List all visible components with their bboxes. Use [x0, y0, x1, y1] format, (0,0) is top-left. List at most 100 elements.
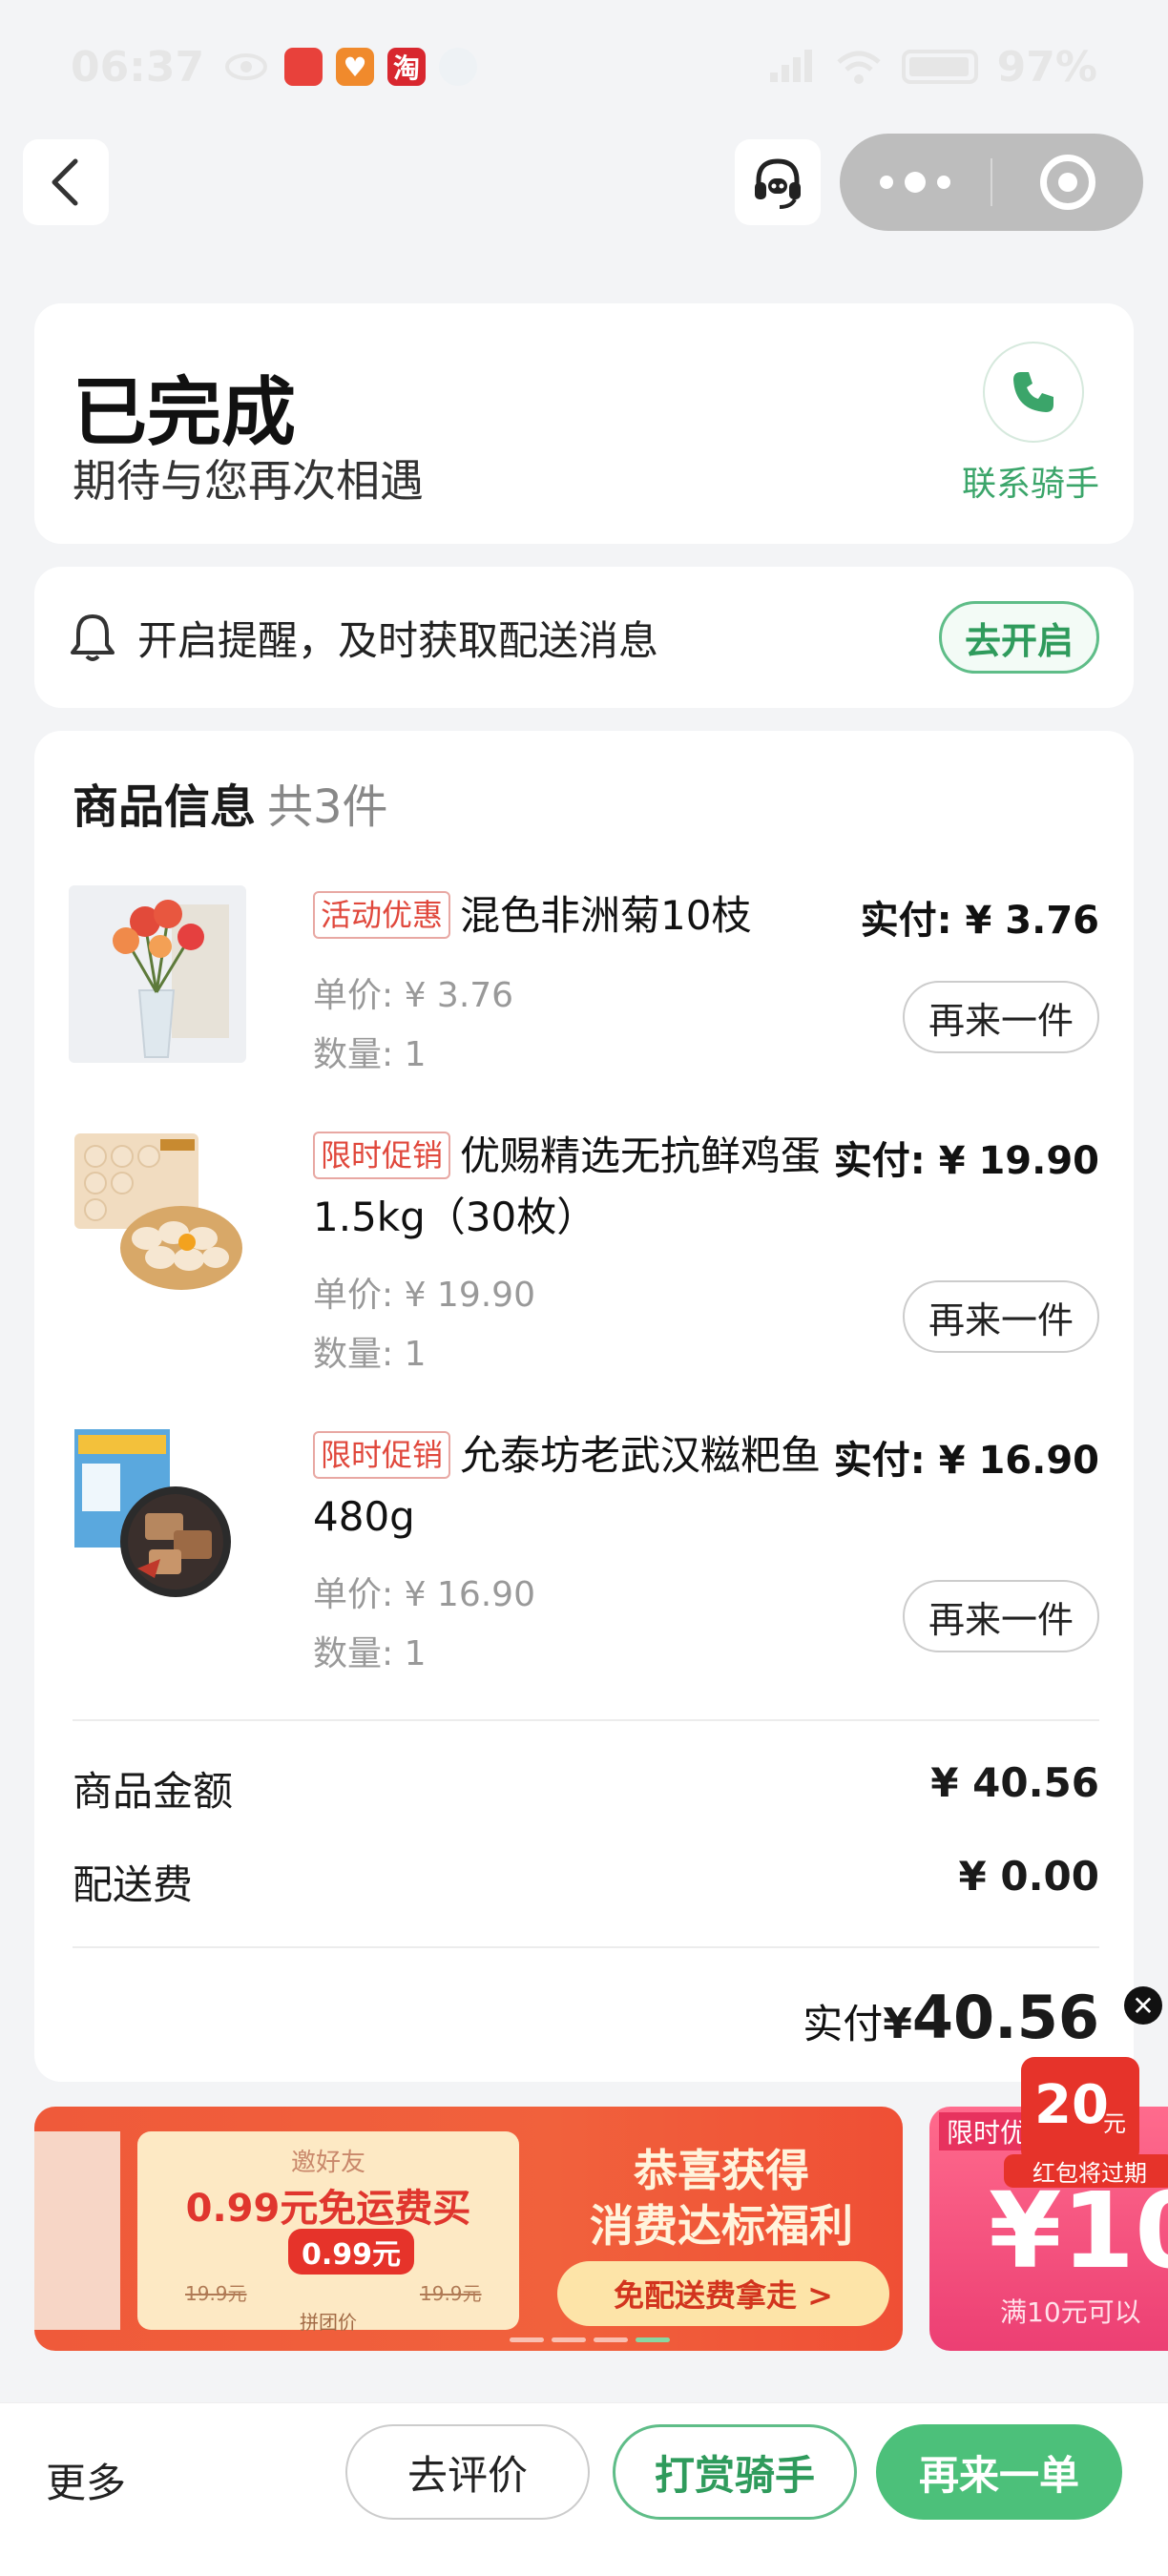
more-button[interactable]: 更多 [46, 2451, 126, 2509]
coupon-invite: 邀好友 [290, 2149, 365, 2177]
nav-bar [0, 134, 1168, 231]
goods-item-name[interactable]: 限时促销 优赐精选无抗鲜鸡蛋1.5kg（30枚） [313, 1126, 847, 1248]
goods-section-title: 商品信息 共3件 [73, 769, 388, 836]
coupon-price-badge: 0.99元 [288, 2229, 415, 2275]
battery-percent: 97% [996, 42, 1097, 92]
contact-rider-label[interactable]: 联系骑手 [962, 456, 1099, 506]
subtotal-label: 商品金额 [73, 1768, 234, 1815]
enable-reminder-button[interactable]: 去开启 [938, 601, 1099, 674]
goods-item-unit-price: 单价: ¥ 19.90 [313, 1276, 535, 1315]
goods-item-quantity: 数量: 1 [313, 1335, 427, 1374]
original-price-right: 19.9元 [420, 2282, 482, 2305]
promo-tag: 限时促销 [313, 1431, 451, 1479]
subtotal-row: 商品金额 ¥ 40.56 [73, 1759, 1099, 1818]
total-currency: ¥ [883, 2000, 912, 2048]
status-bar: 06:37 ♥ 淘 97% [0, 0, 1168, 134]
close-miniapp-button[interactable] [992, 155, 1143, 210]
phone-icon [1010, 368, 1057, 416]
goods-info-card: 商品信息 共3件 活动优惠 混色非洲菊10枝 实付: ¥ 3.76 单价: ¥ 3.… [34, 731, 1134, 2082]
taobao-app-icon: 淘 [387, 48, 427, 86]
promo-tag: 限时促销 [313, 1132, 451, 1179]
goods-item-unit-price: 单价: ¥ 16.90 [313, 1575, 535, 1614]
banner-headline-line1: 恭喜获得 [634, 2145, 809, 2196]
original-price-left: 19.9元 [185, 2282, 247, 2305]
carousel-dot [510, 2337, 544, 2342]
contact-rider-button[interactable] [983, 342, 1084, 443]
reminder-card: 开启提醒，及时获取配送消息 去开启 [34, 567, 1134, 708]
goods-item-name[interactable]: 活动优惠 混色非洲菊10枝 [313, 885, 847, 946]
heart-app-icon: ♥ [336, 48, 375, 86]
goods-item-quantity: 数量: 1 [313, 1634, 427, 1673]
red-packet-float[interactable]: 20 元 红包将过期 [1004, 2030, 1168, 2188]
dot-icon [880, 176, 893, 189]
goods-item: 限时促销 允泰坊老武汉糍粑鱼480g 实付: ¥ 16.90 单价: ¥ 16.9… [69, 1425, 1099, 1673]
buy-again-button[interactable]: 再来一件 [903, 981, 1099, 1053]
goods-item: 限时促销 优赐精选无抗鲜鸡蛋1.5kg（30枚） 实付: ¥ 19.90 单价: … [69, 1126, 1099, 1374]
red-packet-amount: 20 [1034, 2074, 1109, 2136]
signal-icon [768, 50, 816, 84]
wifi-icon [835, 49, 883, 85]
total-label: 实付 [803, 2001, 884, 2047]
carousel-dot-active [636, 2337, 670, 2342]
side-promo-amount: ¥10 [989, 2170, 1168, 2292]
goods-item-paid: 实付: ¥ 19.90 [833, 1139, 1099, 1183]
app-notification-icon [284, 48, 323, 86]
goods-item-quantity: 数量: 1 [313, 1035, 427, 1074]
moon-app-icon [439, 48, 478, 86]
flower-product-image[interactable] [69, 885, 246, 1063]
order-status-title: 已完成 [73, 370, 297, 456]
divider [73, 1946, 1099, 1948]
customer-service-button[interactable] [735, 139, 821, 225]
miniapp-capsule [840, 134, 1143, 231]
promo-banner[interactable]: 邀好友 0.99元免运费买 0.99元 19.9元 19.9元 拼团价 恭喜获得… [34, 2107, 903, 2351]
promo-tag: 活动优惠 [313, 891, 451, 939]
banner-prev-slide [34, 2131, 120, 2330]
fish-product-image[interactable] [69, 1425, 246, 1603]
eggs-product-image[interactable] [69, 1126, 246, 1303]
close-icon[interactable]: ✕ [1124, 1986, 1162, 2025]
banner-headline-line2: 消费达标福利 [590, 2200, 853, 2252]
dot-icon [937, 176, 950, 189]
goods-title: 商品信息 [73, 780, 257, 834]
eye-icon [225, 52, 268, 81]
delivery-fee-row: 配送费 ¥ 0.00 [73, 1853, 1099, 1911]
goods-item-paid: 实付: ¥ 16.90 [833, 1439, 1099, 1483]
goods-item: 活动优惠 混色非洲菊10枝 实付: ¥ 3.76 单价: ¥ 3.76 数量: 1… [69, 885, 1099, 1086]
reorder-button[interactable]: 再来一单 [876, 2424, 1122, 2520]
banner-headline: 恭喜获得 消费达标福利 [569, 2143, 874, 2254]
carousel-dots [510, 2337, 670, 2342]
goods-item-title: 混色非洲菊10枝 [460, 892, 752, 939]
side-promo-condition: 满10元可以 [1000, 2296, 1141, 2328]
headset-icon [749, 154, 806, 211]
group-price-label: 拼团价 [300, 2311, 357, 2334]
battery-icon [901, 50, 978, 84]
buy-again-button[interactable]: 再来一件 [903, 1580, 1099, 1652]
review-button[interactable]: 去评价 [345, 2424, 590, 2520]
goods-item-unit-price: 单价: ¥ 3.76 [313, 976, 514, 1015]
bottom-action-bar: 更多 去评价 打赏骑手 再来一单 [0, 2402, 1168, 2576]
free-delivery-cta-button[interactable]: 免配送费拿走 > [557, 2261, 889, 2326]
goods-item-name[interactable]: 限时促销 允泰坊老武汉糍粑鱼480g [313, 1425, 847, 1548]
status-time: 06:37 [71, 42, 205, 92]
goods-item-paid: 实付: ¥ 3.76 [860, 899, 1099, 943]
group-buy-coupon: 邀好友 0.99元免运费买 0.99元 19.9元 19.9元 拼团价 [137, 2131, 519, 2334]
back-button[interactable] [23, 139, 109, 225]
more-menu-button[interactable] [840, 172, 991, 193]
delivery-fee-value: ¥ 0.00 [958, 1853, 1099, 1900]
subtotal-value: ¥ 40.56 [930, 1759, 1099, 1806]
delivery-fee-label: 配送费 [73, 1861, 194, 1908]
red-packet-unit: 元 [1103, 2110, 1126, 2137]
red-packet-expiring: 红包将过期 [1004, 2154, 1168, 2188]
goods-count: 共3件 [267, 780, 388, 834]
chevron-left-icon [47, 157, 85, 207]
tip-rider-button[interactable]: 打赏骑手 [613, 2424, 857, 2520]
order-status-card: 已完成 期待与您再次相遇 联系骑手 [34, 303, 1134, 544]
buy-again-button[interactable]: 再来一件 [903, 1280, 1099, 1353]
order-status-subtitle: 期待与您再次相遇 [73, 455, 424, 507]
target-icon [1040, 155, 1095, 210]
bell-icon [69, 613, 116, 662]
coupon-headline: 0.99元免运费买 [185, 2187, 471, 2231]
reminder-text: 开启提醒，及时获取配送消息 [137, 616, 659, 664]
dot-icon [905, 172, 926, 193]
divider [73, 1719, 1099, 1721]
